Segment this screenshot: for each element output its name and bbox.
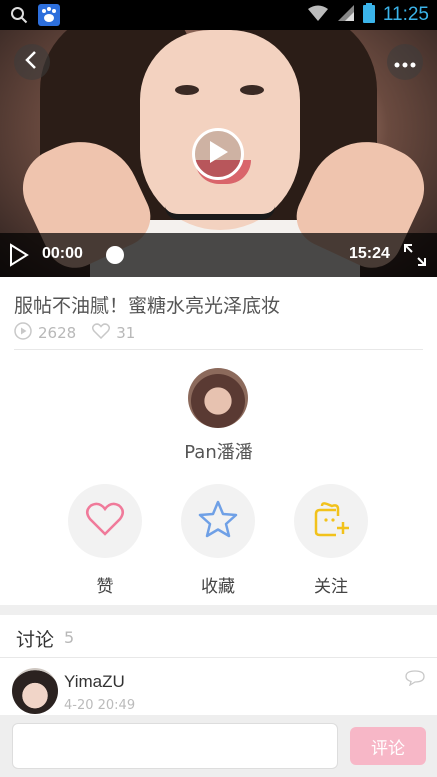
like-count: 31: [92, 323, 135, 343]
more-button[interactable]: [387, 44, 423, 80]
clock: 11:25: [382, 4, 429, 25]
video-player[interactable]: 00:00 15:24: [0, 30, 437, 277]
author-avatar[interactable]: [188, 368, 248, 428]
favorite-label: 收藏: [201, 577, 235, 597]
total-time: 15:24: [349, 245, 390, 262]
video-controls: 00:00 15:24: [0, 233, 437, 277]
follow-label: 关注: [314, 577, 348, 597]
wifi-icon: [307, 4, 329, 26]
star-icon: [198, 500, 238, 542]
follow-icon: [310, 500, 352, 542]
comment-date: 4-20 20:49: [64, 698, 136, 713]
more-dots-icon: [394, 53, 416, 72]
fullscreen-icon: [404, 244, 426, 266]
discussion-title: 讨论: [16, 629, 55, 651]
play-circle-icon: [14, 322, 32, 344]
status-bar: 11:25: [0, 0, 437, 30]
search-icon: [10, 6, 28, 28]
speech-bubble-icon: [405, 670, 425, 687]
follow-button[interactable]: 关注: [294, 484, 368, 597]
play-count: 2628: [14, 322, 76, 344]
section-separator: [0, 605, 437, 615]
chevron-left-icon: [24, 50, 40, 74]
play-pause-button[interactable]: [8, 243, 30, 271]
post-stats: 2628 31: [14, 322, 151, 344]
discussion-count: 5: [64, 628, 75, 647]
commenter-name[interactable]: YimaZU: [64, 672, 125, 692]
commenter-avatar[interactable]: [12, 668, 58, 714]
heart-outline-icon: [92, 323, 111, 343]
favorite-button[interactable]: 收藏: [181, 484, 255, 597]
center-play-button[interactable]: [192, 128, 244, 180]
comment-composer: 评论: [0, 715, 437, 777]
author-name[interactable]: Pan潘潘: [0, 438, 437, 464]
like-button[interactable]: 赞: [68, 484, 142, 597]
baidu-app-icon: [38, 4, 60, 30]
play-icon: [207, 140, 229, 168]
comment-input[interactable]: [12, 723, 338, 769]
seek-slider-handle[interactable]: [106, 246, 124, 264]
like-label: 赞: [96, 577, 114, 597]
battery-icon: [362, 3, 375, 27]
current-time: 00:00: [42, 245, 83, 262]
submit-comment-button[interactable]: 评论: [350, 727, 426, 765]
signal-icon: [337, 4, 355, 26]
divider: [0, 657, 437, 658]
back-button[interactable]: [14, 44, 50, 80]
reply-button[interactable]: [405, 670, 425, 690]
post-title: 服帖不油腻！蜜糖水亮光泽底妆: [14, 295, 281, 317]
divider: [14, 349, 423, 350]
fullscreen-button[interactable]: [403, 243, 427, 271]
heart-icon: [85, 502, 125, 540]
